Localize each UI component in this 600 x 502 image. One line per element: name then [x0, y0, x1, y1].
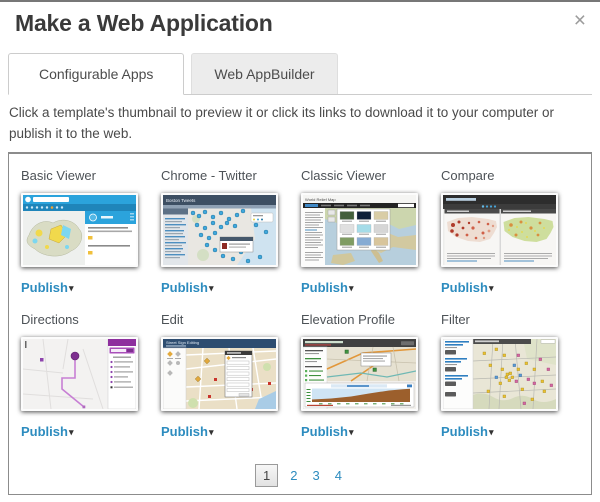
publish-label: Publish	[301, 280, 348, 295]
thumb-header-text: World Relief Map	[305, 197, 336, 202]
publish-label: Publish	[21, 280, 68, 295]
publish-label: Publish	[21, 424, 68, 439]
template-grid: Basic Viewer	[8, 152, 592, 495]
publish-label: Publish	[301, 424, 348, 439]
dialog-description: Click a template's thumbnail to preview …	[9, 103, 591, 145]
publish-link[interactable]: Publish▾	[161, 280, 213, 295]
publish-caret-icon: ▾	[489, 283, 494, 293]
template-card-elevation-profile: Elevation Profile	[301, 310, 441, 441]
template-card-basic-viewer: Basic Viewer	[21, 166, 161, 297]
publish-caret-icon: ▾	[69, 427, 74, 437]
template-card-filter: Filter	[441, 310, 581, 441]
elevation-profile-thumbnail[interactable]	[301, 337, 418, 411]
edit-thumbnail[interactable]: Street Sign Editing	[161, 337, 278, 411]
template-title: Compare	[441, 168, 581, 183]
tab-label: Web AppBuilder	[214, 66, 314, 82]
tab-web-appbuilder[interactable]: Web AppBuilder	[191, 53, 337, 94]
directions-thumbnail-image	[23, 339, 136, 409]
thumb-header-text: Boston Tweets	[166, 198, 196, 203]
template-card-chrome-twitter: Chrome - Twitter Boston Tweets	[161, 166, 301, 297]
publish-label: Publish	[441, 424, 488, 439]
publish-caret-icon: ▾	[209, 427, 214, 437]
thumb-header-text: Street Sign Editing	[166, 340, 199, 345]
template-title: Edit	[161, 312, 301, 327]
tab-label: Configurable Apps	[39, 66, 153, 82]
basic-viewer-thumbnail[interactable]	[21, 193, 138, 267]
template-card-compare: Compare	[441, 166, 581, 297]
tab-configurable-apps[interactable]: Configurable Apps	[8, 53, 184, 95]
chrome-twitter-thumbnail[interactable]: Boston Tweets	[161, 193, 278, 267]
classic-viewer-thumbnail[interactable]: World Relief Map	[301, 193, 418, 267]
publish-caret-icon: ▾	[489, 427, 494, 437]
publish-caret-icon: ▾	[349, 427, 354, 437]
template-card-edit: Edit Street Sign Editing	[161, 310, 301, 441]
classic-viewer-thumbnail-image: World Relief Map	[303, 195, 416, 265]
basic-viewer-thumbnail-image	[23, 195, 136, 265]
dialog-title: Make a Web Application	[15, 10, 273, 37]
template-title: Elevation Profile	[301, 312, 441, 327]
chrome-twitter-thumbnail-image: Boston Tweets	[163, 195, 276, 265]
template-title: Chrome - Twitter	[161, 168, 301, 183]
publish-label: Publish	[161, 280, 208, 295]
compare-thumbnail[interactable]	[441, 193, 558, 267]
close-icon[interactable]: ×	[570, 6, 590, 35]
publish-label: Publish	[441, 280, 488, 295]
pagination-page-4[interactable]: 4	[332, 465, 345, 486]
publish-link[interactable]: Publish▾	[21, 280, 73, 295]
tab-bar: Configurable Apps Web AppBuilder	[8, 53, 592, 95]
publish-link[interactable]: Publish▾	[441, 280, 493, 295]
publish-link[interactable]: Publish▾	[441, 424, 493, 439]
publish-caret-icon: ▾	[349, 283, 354, 293]
template-title: Filter	[441, 312, 581, 327]
template-title: Classic Viewer	[301, 168, 441, 183]
template-title: Directions	[21, 312, 161, 327]
filter-thumbnail-image	[443, 339, 556, 409]
publish-label: Publish	[161, 424, 208, 439]
elevation-profile-thumbnail-image	[303, 339, 416, 409]
publish-link[interactable]: Publish▾	[21, 424, 73, 439]
publish-link[interactable]: Publish▾	[301, 280, 353, 295]
template-card-directions: Directions	[21, 310, 161, 441]
filter-thumbnail[interactable]	[441, 337, 558, 411]
compare-thumbnail-image	[443, 195, 556, 265]
template-title: Basic Viewer	[21, 168, 161, 183]
make-web-application-dialog: Make a Web Application × Configurable Ap…	[0, 0, 600, 502]
pagination-page-1-current[interactable]: 1	[255, 464, 278, 487]
publish-caret-icon: ▾	[209, 283, 214, 293]
edit-thumbnail-image: Street Sign Editing	[163, 339, 276, 409]
template-card-classic-viewer: Classic Viewer World Relief Map	[301, 166, 441, 297]
template-cells: Basic Viewer	[9, 154, 591, 454]
publish-link[interactable]: Publish▾	[161, 424, 213, 439]
directions-thumbnail[interactable]	[21, 337, 138, 411]
pagination-page-2[interactable]: 2	[287, 465, 300, 486]
pagination-page-3[interactable]: 3	[310, 465, 323, 486]
pagination: 1 2 3 4	[9, 464, 591, 487]
publish-caret-icon: ▾	[69, 283, 74, 293]
publish-link[interactable]: Publish▾	[301, 424, 353, 439]
